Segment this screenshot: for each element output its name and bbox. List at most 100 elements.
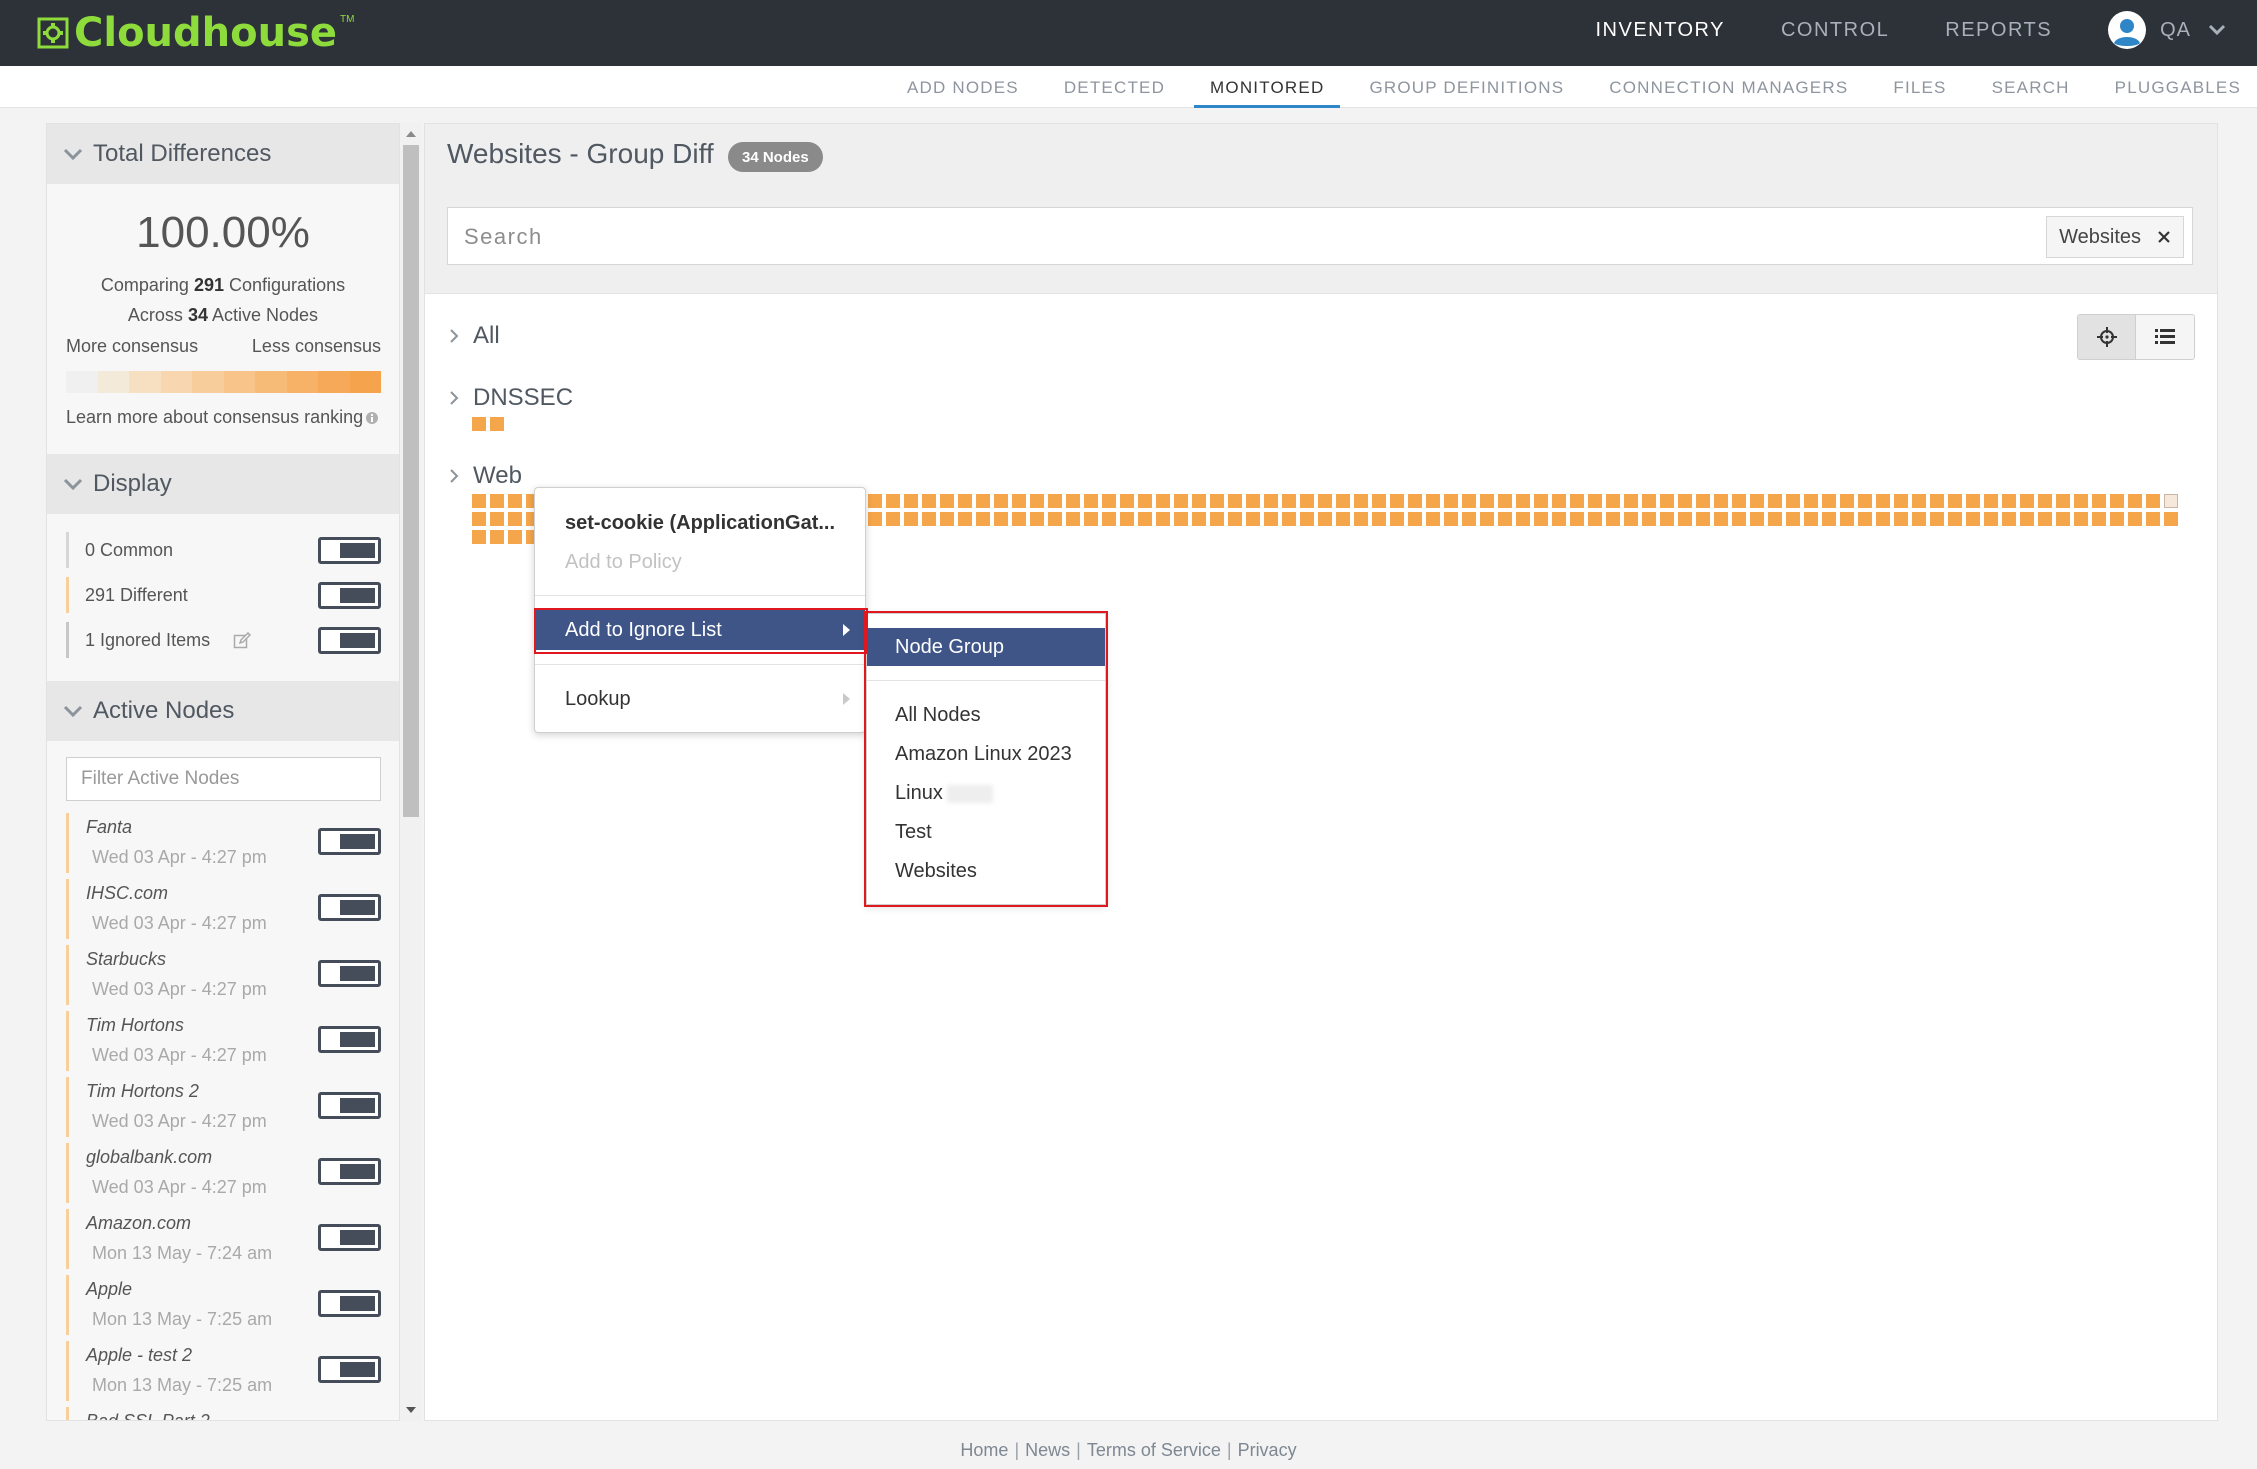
- diff-cell[interactable]: [1840, 494, 1854, 508]
- diff-cell[interactable]: [1696, 494, 1710, 508]
- search-input[interactable]: Search Websites: [447, 207, 2193, 265]
- diff-cell[interactable]: [472, 417, 486, 431]
- diff-cell[interactable]: [1372, 494, 1386, 508]
- diff-cell[interactable]: [976, 494, 990, 508]
- tab-search[interactable]: SEARCH: [1976, 66, 2086, 108]
- diff-cell[interactable]: [1930, 512, 1944, 526]
- diff-cell[interactable]: [1570, 512, 1584, 526]
- node-toggle[interactable]: [318, 1092, 381, 1119]
- node-toggle[interactable]: [318, 960, 381, 987]
- diff-cell[interactable]: [886, 494, 900, 508]
- diff-cell[interactable]: [508, 512, 522, 526]
- diff-cell[interactable]: [1192, 512, 1206, 526]
- diff-cell[interactable]: [1624, 512, 1638, 526]
- diff-cell[interactable]: [1102, 494, 1116, 508]
- diff-cell[interactable]: [1048, 494, 1062, 508]
- diff-cell[interactable]: [2020, 494, 2034, 508]
- diff-cell[interactable]: [1912, 494, 1926, 508]
- map-view-button[interactable]: [2078, 315, 2136, 359]
- diff-cell[interactable]: [1642, 512, 1656, 526]
- diff-cell[interactable]: [1498, 512, 1512, 526]
- diff-cell[interactable]: [1102, 512, 1116, 526]
- diff-cell[interactable]: [2164, 512, 2178, 526]
- diff-cell[interactable]: [1264, 512, 1278, 526]
- diff-cell[interactable]: [940, 512, 954, 526]
- diff-cell[interactable]: [1570, 494, 1584, 508]
- diff-cell[interactable]: [1696, 512, 1710, 526]
- diff-cell[interactable]: [2020, 512, 2034, 526]
- diff-cell[interactable]: [2056, 494, 2070, 508]
- filter-active-nodes-input[interactable]: Filter Active Nodes: [66, 757, 381, 801]
- diff-cell[interactable]: [1678, 494, 1692, 508]
- diff-cell[interactable]: [2092, 512, 2106, 526]
- diff-cell[interactable]: [1948, 512, 1962, 526]
- diff-cell[interactable]: [2092, 494, 2106, 508]
- scrollbar-thumb[interactable]: [403, 145, 419, 817]
- submenu-all-nodes[interactable]: All Nodes: [895, 704, 981, 727]
- diff-cell[interactable]: [1480, 512, 1494, 526]
- diff-cell[interactable]: [1624, 494, 1638, 508]
- diff-cell[interactable]: [1840, 512, 1854, 526]
- diff-cell[interactable]: [1372, 512, 1386, 526]
- diff-cell[interactable]: [1552, 494, 1566, 508]
- tab-pluggables[interactable]: PLUGGABLES: [2099, 66, 2257, 108]
- diff-cell[interactable]: [1732, 494, 1746, 508]
- diff-cell[interactable]: [1984, 512, 1998, 526]
- diff-cell[interactable]: [1984, 494, 1998, 508]
- diff-cell[interactable]: [1390, 494, 1404, 508]
- close-icon[interactable]: [2157, 230, 2171, 244]
- footer-home-link[interactable]: Home: [960, 1440, 1008, 1460]
- diff-cell[interactable]: [1084, 512, 1098, 526]
- tab-files[interactable]: FILES: [1877, 66, 1962, 108]
- footer-terms-link[interactable]: Terms of Service: [1087, 1440, 1221, 1460]
- diff-cell[interactable]: [1192, 494, 1206, 508]
- tab-detected[interactable]: DETECTED: [1048, 66, 1181, 108]
- diff-cell[interactable]: [1210, 512, 1224, 526]
- diff-cell[interactable]: [1714, 512, 1728, 526]
- submenu-node-group[interactable]: Node Group: [867, 628, 1105, 666]
- learn-more-link[interactable]: Learn more about consensus ranking: [47, 407, 399, 454]
- diff-cell[interactable]: [1030, 512, 1044, 526]
- diff-cell[interactable]: [1858, 512, 1872, 526]
- diff-cell[interactable]: [1426, 512, 1440, 526]
- diff-cell[interactable]: [1948, 494, 1962, 508]
- diff-cell[interactable]: [958, 494, 972, 508]
- diff-cell[interactable]: [1174, 512, 1188, 526]
- diff-cell[interactable]: [490, 417, 504, 431]
- diff-cell[interactable]: [1228, 494, 1242, 508]
- node-toggle[interactable]: [318, 894, 381, 921]
- diff-cell[interactable]: [1822, 512, 1836, 526]
- diff-cell[interactable]: [1282, 494, 1296, 508]
- diff-cell[interactable]: [1066, 512, 1080, 526]
- diff-cell[interactable]: [1408, 512, 1422, 526]
- diff-cell[interactable]: [472, 530, 486, 544]
- lookup-item[interactable]: Lookup: [565, 688, 631, 711]
- submenu-websites[interactable]: Websites: [895, 860, 977, 883]
- add-to-ignore-list-item[interactable]: Add to Ignore List: [535, 610, 865, 650]
- diff-cell[interactable]: [1534, 494, 1548, 508]
- diff-cell[interactable]: [1930, 494, 1944, 508]
- diff-cell[interactable]: [1660, 494, 1674, 508]
- total-differences-header[interactable]: Total Differences: [47, 124, 399, 184]
- diff-cell[interactable]: [1444, 512, 1458, 526]
- diff-cell[interactable]: [1120, 512, 1134, 526]
- diff-cell[interactable]: [1786, 512, 1800, 526]
- diff-cell[interactable]: [472, 512, 486, 526]
- edit-icon[interactable]: [233, 631, 251, 650]
- active-nodes-header[interactable]: Active Nodes: [47, 681, 399, 741]
- diff-cell[interactable]: [2128, 512, 2142, 526]
- submenu-test[interactable]: Test: [895, 821, 932, 844]
- diff-cell[interactable]: [994, 512, 1008, 526]
- node-toggle[interactable]: [318, 1224, 381, 1251]
- diff-cell[interactable]: [1246, 494, 1260, 508]
- diff-cell[interactable]: [1660, 512, 1674, 526]
- diff-cell[interactable]: [1336, 494, 1350, 508]
- tab-monitored[interactable]: MONITORED: [1194, 66, 1341, 108]
- diff-cell[interactable]: [1804, 512, 1818, 526]
- topnav-control[interactable]: CONTROL: [1781, 19, 1889, 42]
- diff-cell[interactable]: [1876, 512, 1890, 526]
- diff-cell[interactable]: [1714, 494, 1728, 508]
- group-row-all[interactable]: All: [449, 322, 500, 350]
- diff-cell[interactable]: [1894, 494, 1908, 508]
- diff-cell[interactable]: [922, 494, 936, 508]
